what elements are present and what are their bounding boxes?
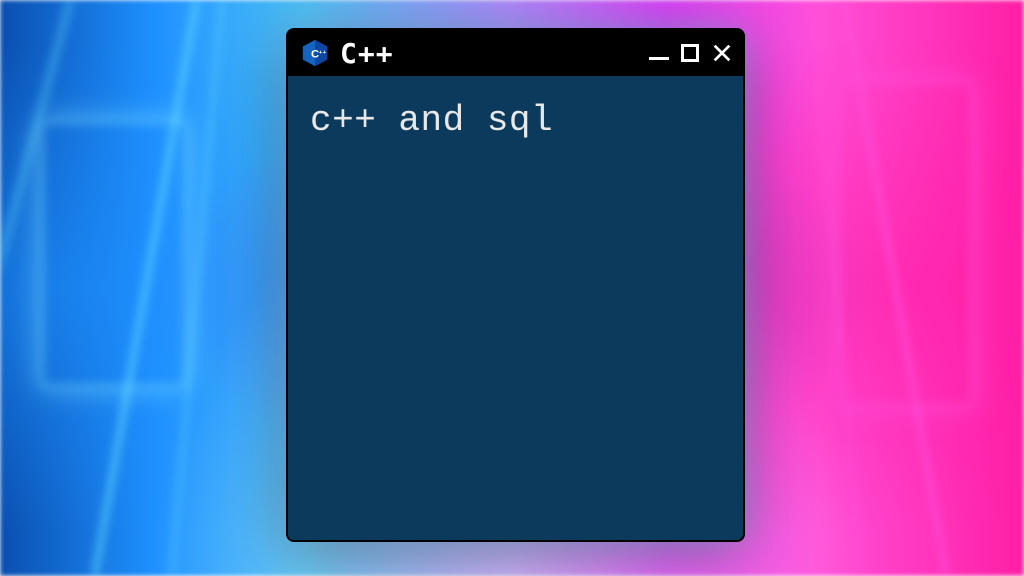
terminal-content: c++ and sql xyxy=(288,76,743,165)
minimize-button[interactable] xyxy=(649,57,669,60)
svg-text:C: C xyxy=(311,49,319,61)
terminal-window: C + + C++ c++ and sql xyxy=(288,30,743,540)
cpp-logo-icon: C + + xyxy=(300,38,330,68)
window-title: C++ xyxy=(340,37,639,70)
window-controls xyxy=(649,42,733,64)
window-titlebar[interactable]: C + + C++ xyxy=(288,30,743,76)
terminal-text: c++ and sql xyxy=(310,100,721,141)
close-button[interactable] xyxy=(711,42,733,64)
maximize-button[interactable] xyxy=(681,44,699,62)
